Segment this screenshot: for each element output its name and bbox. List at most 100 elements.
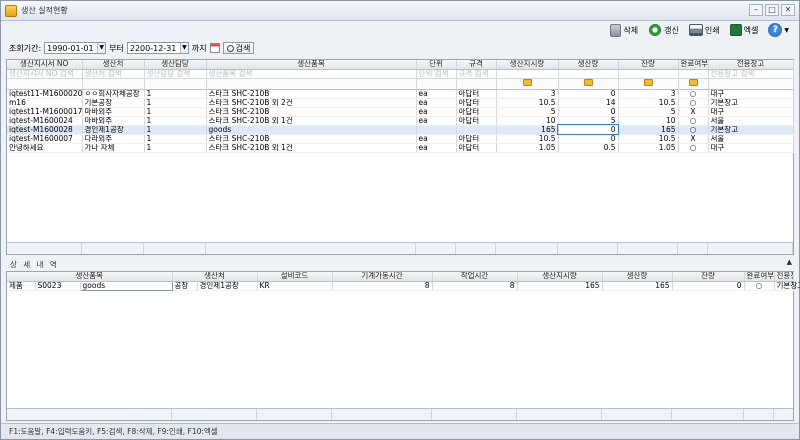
column-header[interactable]: 생산처 [82,60,145,70]
column-header[interactable]: 전용창고 [708,60,794,70]
column-filter-input[interactable] [678,69,709,79]
column-filter-input[interactable]: 규격 검색 [456,69,497,79]
chevron-down-icon[interactable]: ▼ [179,43,188,53]
column-filter-input[interactable]: 단위 검색 [416,69,457,79]
table-cell[interactable]: 0 [558,89,619,99]
table-cell[interactable]: 1.05 [618,143,679,153]
refresh-button[interactable]: 갱신 [648,23,679,37]
table-cell[interactable]: 대구 [708,143,794,153]
maximize-icon[interactable]: □ [765,4,779,16]
column-header[interactable]: 생산품목 [206,60,417,70]
table-cell[interactable]: ○ [678,89,709,99]
table-cell[interactable]: 0 [558,107,619,117]
table-cell[interactable]: 스타크 SHC-210B 외 1건 [206,116,417,126]
table-cell[interactable]: 마바외주 [82,116,145,126]
column-header[interactable]: 단위 [416,60,457,70]
table-cell[interactable]: 3 [618,89,679,99]
table-cell[interactable]: 대구 [708,107,794,117]
print-button[interactable]: 인쇄 [688,24,720,36]
item-name-input[interactable]: goods [79,280,173,291]
table-cell[interactable]: 스타크 SHC-210B [206,134,417,144]
table-cell[interactable]: ea [416,134,457,144]
calendar-icon[interactable] [209,43,220,53]
table-row[interactable]: m16 기본공장 1 스타크 SHC-210B 외 2건 ea 아답터 10.5 14 10.5… [7,98,794,108]
table-cell[interactable]: 0 [557,124,619,135]
excel-button[interactable]: 엑셀 [729,24,758,36]
table-cell[interactable]: 기본창고 [708,98,794,108]
table-cell[interactable]: X [678,134,709,144]
table-cell[interactable]: 아답터 [456,116,497,126]
table-cell[interactable]: 대구 [708,89,794,99]
table-cell[interactable]: ea [416,89,457,99]
table-cell[interactable]: 5 [496,107,559,117]
table-cell[interactable]: 서울 [708,134,794,144]
table-cell[interactable]: 5 [618,107,679,117]
table-cell[interactable]: 1 [144,125,207,135]
table-cell[interactable]: 5 [558,116,619,126]
table-cell[interactable]: 0.5 [558,143,619,153]
table-cell[interactable]: m16 [7,98,83,108]
table-cell[interactable]: ea [416,116,457,126]
table-cell[interactable]: 서울 [708,116,794,126]
table-cell[interactable] [456,125,497,135]
table-cell[interactable]: 스타크 SHC-210B 외 2건 [206,98,417,108]
table-cell[interactable]: 1.05 [496,143,559,153]
table-cell[interactable]: iqtest-M1600024 [7,116,83,126]
help-button[interactable]: ? ▼ [768,23,789,37]
column-filter-input[interactable] [558,69,619,79]
work-time[interactable]: 8 [432,281,518,291]
lock-icon[interactable] [688,79,698,86]
column-header[interactable]: 완료여부 [678,60,709,70]
table-cell[interactable]: 165 [618,125,679,135]
column-header[interactable]: 잔량 [618,60,679,70]
column-header[interactable]: 생산담당 [144,60,207,70]
table-cell[interactable]: 10 [618,116,679,126]
warehouse[interactable]: 기본창고 [774,281,800,291]
table-cell[interactable]: goods [206,125,417,135]
minimize-icon[interactable]: – [749,4,763,16]
prod-qty[interactable]: 165 [602,281,673,291]
table-cell[interactable]: 1 [144,98,207,108]
table-cell[interactable]: 스타크 SHC-210B [206,107,417,117]
item-code[interactable]: S0023 [35,281,81,291]
column-filter-input[interactable]: 생산지시서 NO 검색 [7,69,83,79]
table-row[interactable]: iqtest-M1600007 다라외주 1 스타크 SHC-210B ea 아답터 10.… [7,134,794,144]
table-cell[interactable]: X [678,107,709,117]
table-cell[interactable]: 다라외주 [82,134,145,144]
delete-button[interactable]: 삭제 [610,23,638,37]
column-header[interactable]: 규격 [456,60,497,70]
column-header[interactable]: 생산지시량 [496,60,559,70]
to-date-field[interactable]: 2200-12-31 ▼ [126,42,189,54]
table-cell[interactable] [416,125,457,135]
order-qty[interactable]: 165 [517,281,603,291]
table-cell[interactable]: iqtest11-M1600020 [7,89,83,99]
table-cell[interactable]: 아답터 [456,98,497,108]
table-cell[interactable]: iqtest-M1600007 [7,134,83,144]
column-filter-input[interactable] [618,69,679,79]
table-cell[interactable]: 아답터 [456,143,497,153]
table-cell[interactable]: 10.5 [618,134,679,144]
table-row[interactable]: iqtest11-M1600017 마바외주 1 스타크 SHC-210B ea 아답터 5… [7,107,794,117]
equip-code[interactable]: KR [257,281,333,291]
table-cell[interactable]: ea [416,107,457,117]
column-filter-input[interactable]: 생산품목 검색 [206,69,417,79]
table-cell[interactable]: 10.5 [496,134,559,144]
table-cell[interactable]: 1 [144,107,207,117]
column-filter-input[interactable] [496,69,559,79]
table-row[interactable]: iqtest-M1600028 경인제1공장 1 goods 165 0 165 ○ 기본창고 [7,124,794,135]
table-row[interactable]: iqtest-M1600024 마바외주 1 스타크 SHC-210B 외 1건 ea 아… [7,116,794,126]
table-cell[interactable]: 14 [558,98,619,108]
table-cell[interactable]: 안녕하세요 [7,143,83,153]
column-filter-input[interactable]: 전용창고 검색 [708,69,794,79]
chevron-down-icon[interactable]: ▼ [97,43,106,53]
table-cell[interactable]: ㅇㅇ회사자체공장 [82,89,145,99]
table-cell[interactable]: ○ [678,116,709,126]
table-cell[interactable]: 1 [144,143,207,153]
table-cell[interactable]: 10.5 [618,98,679,108]
table-cell[interactable]: 1 [144,116,207,126]
lock-icon[interactable] [643,79,653,86]
close-icon[interactable]: ✕ [781,4,795,16]
table-cell[interactable]: 아답터 [456,107,497,117]
from-date-field[interactable]: 1990-01-01 ▼ [44,42,107,54]
table-cell[interactable]: 마바외주 [82,107,145,117]
